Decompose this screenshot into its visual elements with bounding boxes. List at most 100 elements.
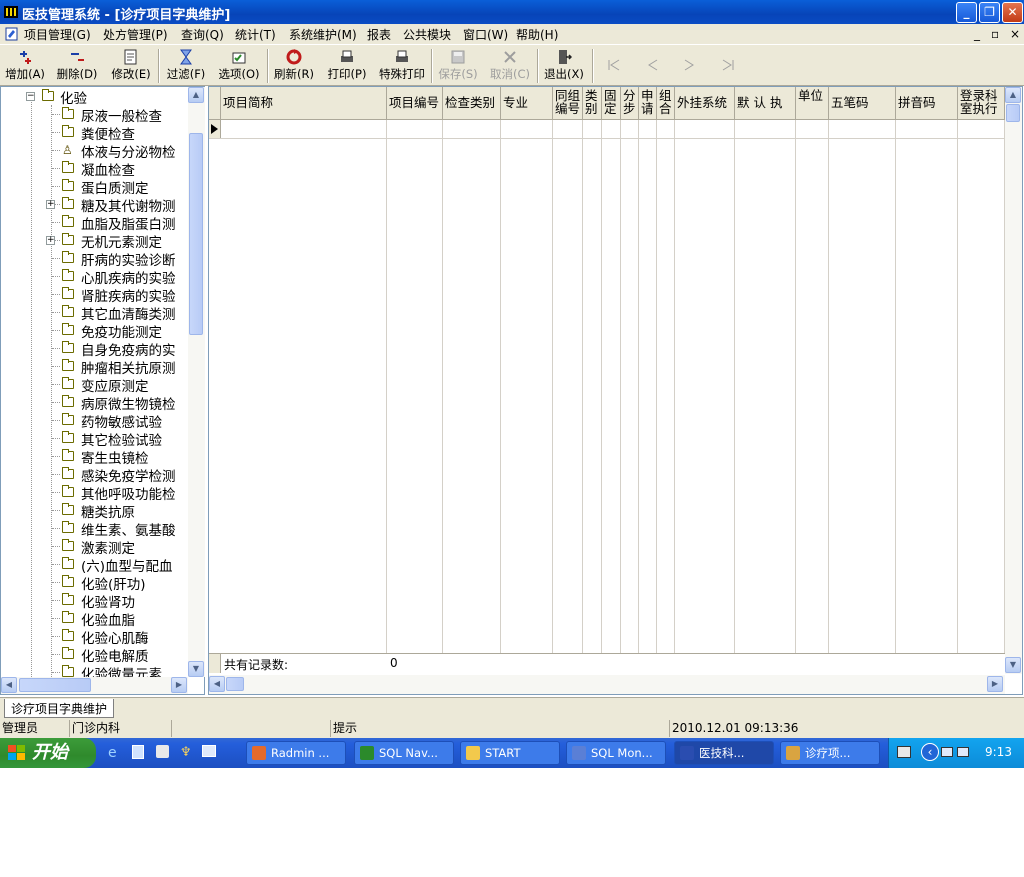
taskbar-button[interactable]: SQL Mon... xyxy=(566,741,666,765)
taskbar-button[interactable]: START xyxy=(460,741,560,765)
menu-help[interactable]: 帮助(H) xyxy=(516,26,558,43)
menu-system[interactable]: 系统维护(M) xyxy=(289,26,357,43)
menu-query[interactable]: 查询(Q) xyxy=(181,26,224,43)
explorer-icon[interactable] xyxy=(156,745,169,758)
minimize-button[interactable]: _ xyxy=(956,2,977,23)
network-icon[interactable] xyxy=(941,747,953,757)
toolbar-separator xyxy=(431,49,433,83)
exit-button[interactable]: 退出(X) xyxy=(541,47,587,85)
options-button[interactable]: 选项(O) xyxy=(215,47,263,85)
scroll-thumb[interactable] xyxy=(19,678,91,692)
app-shortcut-icon[interactable]: ♆ xyxy=(180,745,192,760)
taskbar-app-icon xyxy=(252,746,266,760)
clock[interactable]: 9:13 xyxy=(985,745,1012,759)
tree-connector xyxy=(52,510,60,511)
scroll-down-icon[interactable]: ▼ xyxy=(188,661,204,677)
scroll-up-icon[interactable]: ▲ xyxy=(188,87,204,103)
tree-root-label: 化验 xyxy=(60,91,87,107)
taskbar-app-icon xyxy=(360,746,374,760)
scroll-right-icon[interactable]: ▶ xyxy=(171,677,187,693)
next-record-icon[interactable] xyxy=(682,58,698,72)
title-bar[interactable]: 医技管理系统 - [诊疗项目字典维护] _ ❐ ✕ xyxy=(0,0,1024,24)
scroll-thumb[interactable] xyxy=(1006,104,1020,122)
edit-button[interactable]: 修改(E) xyxy=(107,47,155,85)
refresh-button[interactable]: 刷新(R) xyxy=(271,47,317,85)
mdi-minimize-button[interactable]: _ xyxy=(974,27,980,41)
tree-horizontal-scrollbar[interactable]: ◀ ▶ xyxy=(1,677,188,694)
column-header[interactable]: 外挂系统接口编码 xyxy=(675,87,735,120)
tree-node-label: 其它血清酶类测 xyxy=(81,307,176,323)
add-button[interactable]: 增加(A) xyxy=(2,47,48,85)
first-record-icon[interactable] xyxy=(606,58,622,72)
items-grid[interactable]: 项目简称项目编号检查类别专业同组编号类别固定分步申请组合外挂系统接口编码默 认 … xyxy=(208,86,1023,695)
folder-icon xyxy=(62,557,74,569)
column-header[interactable]: 类别 xyxy=(583,87,602,120)
mdi-close-button[interactable]: × xyxy=(1010,27,1020,41)
collapse-icon[interactable]: − xyxy=(26,92,35,101)
menu-statistics[interactable]: 统计(T) xyxy=(235,26,276,43)
column-header[interactable]: 专业 xyxy=(501,87,553,120)
menu-reports[interactable]: 报表 xyxy=(367,26,391,43)
expand-icon[interactable]: + xyxy=(46,200,55,209)
column-header[interactable]: 项目编号 xyxy=(387,87,443,120)
special-print-button[interactable]: 特殊打印 xyxy=(375,47,429,85)
last-record-icon[interactable] xyxy=(720,58,736,72)
tab-item-dictionary[interactable]: 诊疗项目字典维护 xyxy=(4,699,115,718)
ie-icon[interactable]: e xyxy=(108,745,117,761)
scroll-left-icon[interactable]: ◀ xyxy=(209,676,225,692)
scroll-right-icon[interactable]: ▶ xyxy=(987,676,1003,692)
scroll-down-icon[interactable]: ▼ xyxy=(1005,657,1021,673)
tree-node-label: 体液与分泌物检 xyxy=(81,145,176,161)
filter-button[interactable]: 过滤(F) xyxy=(163,47,209,85)
scroll-thumb[interactable] xyxy=(189,133,203,335)
scroll-up-icon[interactable]: ▲ xyxy=(1005,87,1021,103)
column-header[interactable]: 检查类别 xyxy=(443,87,501,120)
taskbar-button[interactable]: 诊疗项... xyxy=(780,741,880,765)
close-button[interactable]: ✕ xyxy=(1002,2,1023,23)
scroll-left-icon[interactable]: ◀ xyxy=(1,677,17,693)
column-header[interactable]: 拼音码 xyxy=(896,87,958,120)
column-header[interactable]: 默 认 执行 科 室 xyxy=(735,87,796,120)
taskbar-button[interactable]: 医技科... xyxy=(674,741,774,765)
scroll-thumb[interactable] xyxy=(226,677,244,691)
folder-icon xyxy=(42,89,54,101)
print-button[interactable]: 打印(P) xyxy=(324,47,370,85)
column-header[interactable]: 项目简称 xyxy=(221,87,387,120)
save-button[interactable]: 保存(S) xyxy=(435,47,481,85)
grid-vertical-scrollbar[interactable]: ▲ ▼ xyxy=(1005,87,1022,674)
menu-window[interactable]: 窗口(W) xyxy=(463,26,508,43)
status-user: 管理员 xyxy=(0,720,70,737)
column-header[interactable]: 单位 xyxy=(796,87,829,120)
delete-button[interactable]: 删除(D) xyxy=(54,47,100,85)
desktop-icon[interactable] xyxy=(202,745,216,757)
previous-record-icon[interactable] xyxy=(644,58,660,72)
expand-icon[interactable]: + xyxy=(46,236,55,245)
taskbar-button[interactable]: Radmin ... xyxy=(246,741,346,765)
tray-expand-icon[interactable]: ‹ xyxy=(921,743,939,761)
column-header[interactable]: 申请 xyxy=(639,87,657,120)
network-icon[interactable] xyxy=(957,747,969,757)
mdi-restore-button[interactable]: ▫ xyxy=(991,27,999,41)
tree-connector xyxy=(52,492,60,493)
menu-prescription[interactable]: 处方管理(P) xyxy=(103,26,168,43)
column-header[interactable]: 组合 xyxy=(657,87,675,120)
row-indicator[interactable] xyxy=(209,120,221,138)
category-tree[interactable]: − 化验 尿液一般检查 粪便检查 ♙ 体液与分泌物检 凝血检查 蛋白质测定 + 糖及其代谢物测… xyxy=(0,86,205,695)
column-header[interactable]: 登录科室执行 xyxy=(958,87,1005,120)
column-header[interactable]: 分步 xyxy=(621,87,639,120)
start-button[interactable]: 开始 xyxy=(0,738,96,768)
column-header[interactable]: 同组编号 xyxy=(553,87,583,120)
tree-vertical-scrollbar[interactable]: ▲ ▼ xyxy=(188,87,205,677)
folder-icon xyxy=(62,305,74,317)
menu-public-modules[interactable]: 公共模块 xyxy=(403,26,451,43)
keyboard-icon[interactable] xyxy=(897,746,911,758)
grid-horizontal-scrollbar[interactable]: ◀ ▶ xyxy=(209,675,1005,694)
cancel-button[interactable]: 取消(C) xyxy=(487,47,533,85)
menu-project[interactable]: 项目管理(G) xyxy=(24,26,91,43)
notepad-icon[interactable] xyxy=(132,745,144,759)
column-header[interactable]: 五笔码 xyxy=(829,87,896,120)
taskbar-button[interactable]: SQL Nav... xyxy=(354,741,454,765)
print-icon xyxy=(341,50,353,62)
restore-button[interactable]: ❐ xyxy=(979,2,1000,23)
column-header[interactable]: 固定 xyxy=(602,87,621,120)
